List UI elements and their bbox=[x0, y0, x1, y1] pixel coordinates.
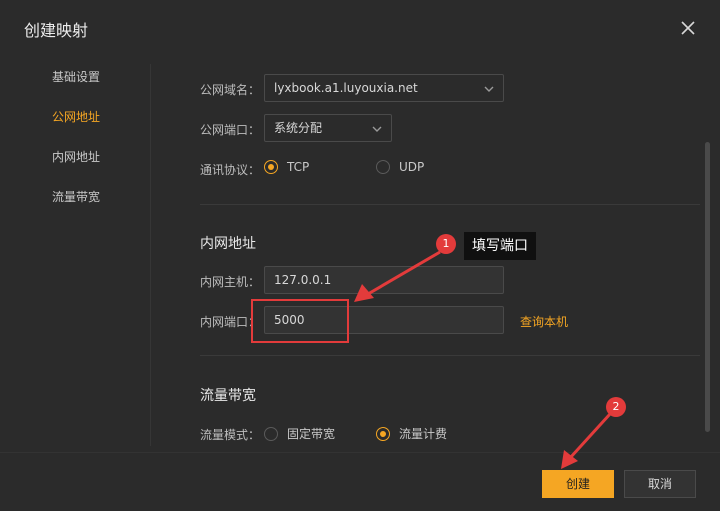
annotation-tooltip: 填写端口 bbox=[464, 232, 536, 260]
create-mapping-dialog: 创建映射 基础设置 公网地址 内网地址 流量带宽 公网域名： lyxbook.a… bbox=[0, 0, 720, 511]
annotation-arrows bbox=[354, 250, 612, 469]
step-badge-1: 1 bbox=[436, 234, 456, 254]
step-badge-2: 2 bbox=[606, 397, 626, 417]
